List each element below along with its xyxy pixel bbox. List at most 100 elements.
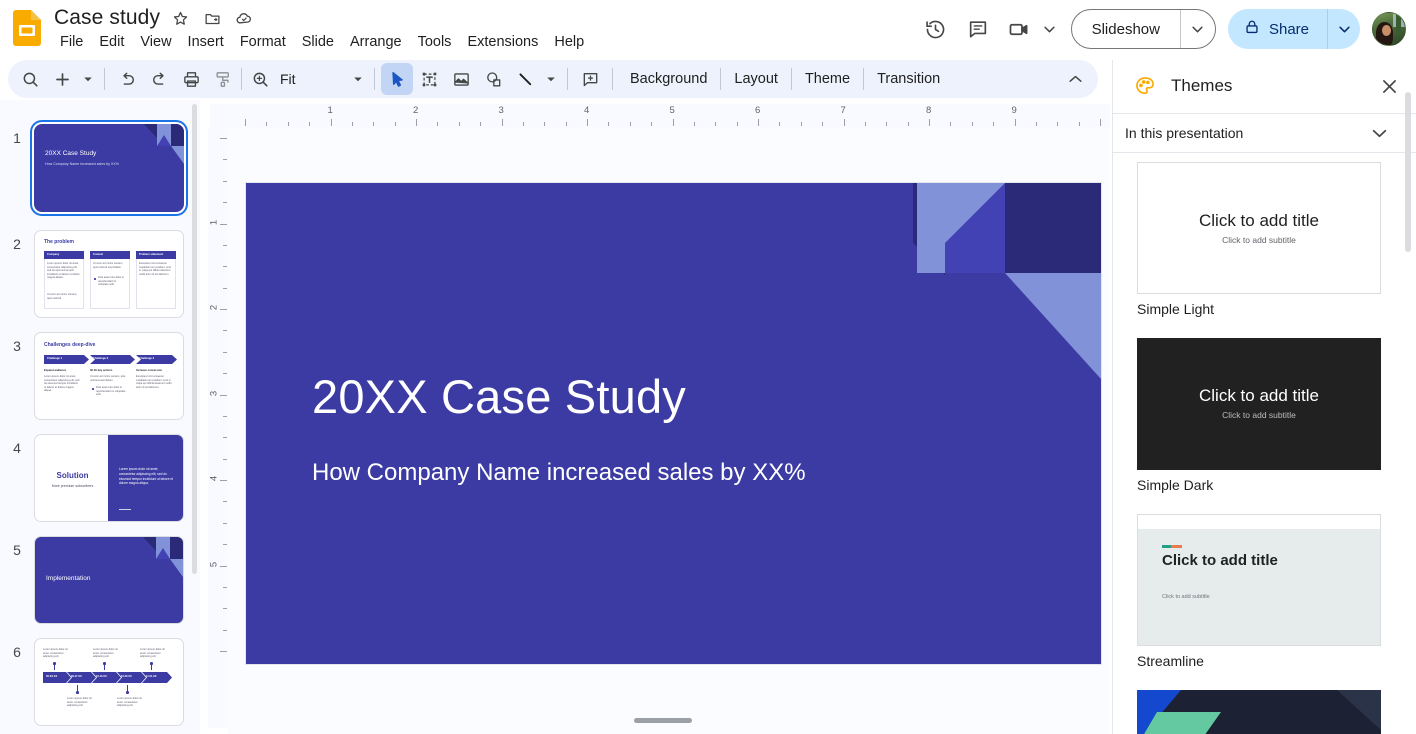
zoom-chevron-down-icon[interactable] bbox=[348, 64, 368, 94]
ruler-tick bbox=[373, 122, 375, 126]
slideshow-options-chevron-down-icon[interactable] bbox=[1181, 10, 1215, 48]
ruler-tick bbox=[266, 122, 268, 126]
column-header: 30-30 day actions bbox=[90, 369, 113, 372]
slide-thumbnail[interactable]: Implementation bbox=[34, 536, 184, 624]
canvas-horizontal-scrollbar[interactable] bbox=[634, 718, 692, 723]
theme-button[interactable]: Theme bbox=[794, 65, 861, 93]
redo-icon[interactable] bbox=[143, 63, 175, 95]
collapse-toolbar-chevron-up-icon[interactable] bbox=[1060, 64, 1090, 94]
ruler-tick bbox=[587, 119, 588, 126]
text-box-icon[interactable] bbox=[413, 63, 445, 95]
share-options-chevron-down-icon[interactable] bbox=[1328, 9, 1360, 49]
filmstrip-slide-6[interactable]: 6 Lorem ipsum dolor sit amet, consectetu… bbox=[0, 638, 184, 726]
menu-help[interactable]: Help bbox=[546, 32, 592, 52]
theme-preview[interactable]: Click to add title Click to add subtitle bbox=[1137, 514, 1381, 646]
ruler-tick bbox=[864, 122, 866, 126]
filmstrip-slide-3[interactable]: 3 Challenges deep-dive Challenge 1 Chall… bbox=[0, 332, 184, 420]
search-icon[interactable] bbox=[14, 63, 46, 95]
theme-preview[interactable]: Click to add title Click to add subtitle bbox=[1137, 162, 1381, 294]
slideshow-button[interactable]: Slideshow bbox=[1072, 10, 1180, 48]
menu-tools[interactable]: Tools bbox=[410, 32, 460, 52]
theme-list[interactable]: Click to add title Click to add subtitle… bbox=[1113, 154, 1416, 734]
slide-thumbnail[interactable]: Solution More premium subscribers Lorem … bbox=[34, 434, 184, 522]
filmstrip-slide-5[interactable]: 5 Implementation bbox=[0, 536, 184, 624]
chevron-down-icon[interactable] bbox=[1041, 26, 1059, 33]
layout-button[interactable]: Layout bbox=[723, 65, 789, 93]
cloud-saved-icon[interactable] bbox=[228, 5, 260, 31]
slide-thumbnail[interactable]: Lorem ipsum dolor sit amet, consectetur … bbox=[34, 638, 184, 726]
menu-file[interactable]: File bbox=[52, 32, 91, 52]
title-row: Case study bbox=[52, 4, 260, 32]
filmstrip-scrollbar[interactable] bbox=[192, 104, 197, 574]
thumb-wrap: Implementation bbox=[34, 536, 184, 624]
ruler-tick bbox=[736, 122, 738, 126]
document-title[interactable]: Case study bbox=[52, 5, 164, 32]
filmstrip-slide-1[interactable]: 1 20XX Case Study How Company Name incre… bbox=[0, 124, 184, 212]
themes-panel-scrollbar[interactable] bbox=[1405, 92, 1411, 252]
slide-canvas[interactable]: 20XX Case Study How Company Name increas… bbox=[228, 128, 1110, 734]
theme-card-simple-dark[interactable]: Click to add title Click to add subtitle… bbox=[1137, 338, 1381, 493]
filmstrip-slide-4[interactable]: 4 Solution More premium subscribers Lore… bbox=[0, 434, 184, 522]
timeline-dot bbox=[76, 691, 79, 694]
background-button[interactable]: Background bbox=[619, 65, 718, 93]
add-comment-icon[interactable] bbox=[574, 63, 606, 95]
zoom-icon[interactable] bbox=[244, 63, 276, 95]
menu-view[interactable]: View bbox=[132, 32, 179, 52]
transition-button[interactable]: Transition bbox=[866, 65, 951, 93]
slide-thumbnail[interactable]: The problem Company Lorem ipsum dolor si… bbox=[34, 230, 184, 318]
cursor-arrow-icon[interactable] bbox=[381, 63, 413, 95]
ruler-label: 4 bbox=[208, 475, 220, 482]
version-history-icon[interactable] bbox=[915, 8, 957, 50]
close-icon[interactable] bbox=[1375, 72, 1403, 100]
theme-preview[interactable]: Click to add title Click to add subtitle bbox=[1137, 338, 1381, 470]
menu-arrange[interactable]: Arrange bbox=[342, 32, 410, 52]
ruler-tick bbox=[1078, 122, 1080, 126]
ruler-tick bbox=[672, 119, 674, 126]
share-button[interactable]: Share bbox=[1228, 9, 1327, 49]
thumb-wrap: 20XX Case Study How Company Name increas… bbox=[34, 124, 184, 212]
menu-slide[interactable]: Slide bbox=[294, 32, 342, 52]
chevron-down-icon[interactable] bbox=[1372, 125, 1387, 143]
filmstrip-slide-2[interactable]: 2 The problem Company Lorem ipsum dolor … bbox=[0, 230, 184, 318]
current-slide[interactable]: 20XX Case Study How Company Name increas… bbox=[246, 183, 1101, 664]
menu-insert[interactable]: Insert bbox=[180, 32, 232, 52]
move-to-folder-icon[interactable] bbox=[196, 5, 228, 31]
slide-title[interactable]: 20XX Case Study bbox=[312, 371, 686, 423]
star-icon[interactable] bbox=[164, 5, 196, 31]
avatar[interactable] bbox=[1372, 12, 1406, 46]
zoom-select[interactable]: Fit bbox=[244, 64, 320, 94]
menu-edit[interactable]: Edit bbox=[91, 32, 132, 52]
zoom-value[interactable]: Fit bbox=[276, 71, 296, 87]
shape-icon[interactable] bbox=[477, 63, 509, 95]
theme-preview-title: Click to add title bbox=[1199, 386, 1319, 405]
google-meet-button[interactable] bbox=[999, 8, 1061, 50]
theme-preview-subtitle: Click to add subtitle bbox=[1222, 410, 1296, 420]
slide-filmstrip[interactable]: 1 20XX Case Study How Company Name incre… bbox=[0, 100, 200, 734]
slide-thumbnail[interactable]: 20XX Case Study How Company Name increas… bbox=[34, 124, 184, 212]
slide-subtitle[interactable]: How Company Name increased sales by XX% bbox=[312, 459, 806, 488]
print-icon[interactable] bbox=[175, 63, 207, 95]
theme-card-geometric[interactable] bbox=[1137, 690, 1381, 734]
slide-number: 4 bbox=[13, 440, 21, 456]
slides-icon[interactable] bbox=[12, 8, 42, 48]
slide-subtitle: More premium subscribers bbox=[51, 484, 94, 488]
menu-format[interactable]: Format bbox=[232, 32, 294, 52]
line-icon[interactable] bbox=[509, 63, 541, 95]
theme-preview[interactable] bbox=[1137, 690, 1381, 734]
new-slide-chevron-down-icon[interactable] bbox=[78, 64, 98, 94]
vertical-ruler[interactable]: 1 2 3 4 5 bbox=[208, 128, 228, 728]
horizontal-ruler[interactable]: 1 2 3 4 5 6 7 8 9 bbox=[210, 104, 1110, 128]
comment-icon[interactable] bbox=[957, 8, 999, 50]
menu-extensions[interactable]: Extensions bbox=[459, 32, 546, 52]
theme-scope-selector[interactable]: In this presentation bbox=[1113, 113, 1416, 153]
theme-card-simple-light[interactable]: Click to add title Click to add subtitle… bbox=[1137, 162, 1381, 317]
slide-thumbnail[interactable]: Challenges deep-dive Challenge 1 Challen… bbox=[34, 332, 184, 420]
line-chevron-down-icon[interactable] bbox=[541, 64, 561, 94]
paint-format-icon[interactable] bbox=[207, 63, 239, 95]
timeline-dot bbox=[103, 662, 106, 665]
new-slide-plus-icon[interactable] bbox=[46, 63, 78, 95]
video-camera-icon[interactable] bbox=[999, 8, 1041, 50]
undo-icon[interactable] bbox=[111, 63, 143, 95]
image-icon[interactable] bbox=[445, 63, 477, 95]
theme-card-streamline[interactable]: Click to add title Click to add subtitle… bbox=[1137, 514, 1381, 669]
